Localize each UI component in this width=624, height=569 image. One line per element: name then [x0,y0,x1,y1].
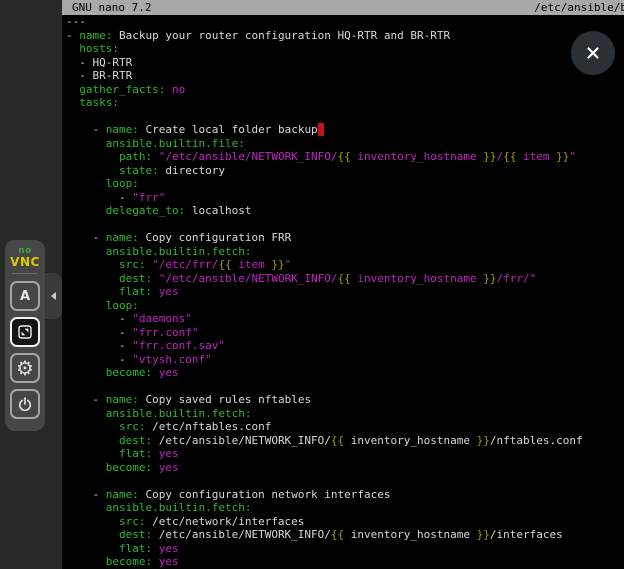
terminal-line: ansible.builtin.fetch: [66,501,624,515]
power-button[interactable] [10,389,40,419]
fullscreen-button[interactable] [10,317,40,347]
terminal-line: - name: Copy configuration network inter… [66,488,624,502]
terminal-line: dest: "/etc/ansible/NETWORK_INFO/{{ inve… [66,272,624,286]
terminal-line: dest: /etc/ansible/NETWORK_INFO/{{ inven… [66,434,624,448]
terminal-line: ansible.builtin.fetch: [66,407,624,421]
terminal-line [66,380,624,394]
fullscreen-icon [17,324,33,340]
power-icon [17,396,33,412]
terminal-line: - BR-RTR [66,69,624,83]
terminal-line: gather_facts: no [66,83,624,97]
terminal-line: - "daemons" [66,312,624,326]
terminal-line: tasks: [66,96,624,110]
nano-app-title: GNU nano 7.2 [72,0,151,15]
terminal-line: - name: Copy saved rules nftables [66,393,624,407]
gear-icon: ⚙ [16,358,34,378]
terminal-line: hosts: [66,42,624,56]
terminal-line: become: yes [66,366,624,380]
desktop-background: GNU nano 7.2 /etc/ansible/b ---- name: B… [0,0,624,569]
terminal-line: dest: /etc/ansible/NETWORK_INFO/{{ inven… [66,528,624,542]
extra-keys-button[interactable]: A [10,281,40,311]
sidebar-divider [12,273,38,274]
control-bar-handle[interactable] [44,273,62,319]
terminal-line: flat: yes [66,542,624,556]
nano-titlebar: GNU nano 7.2 /etc/ansible/b [62,0,624,15]
terminal-line: - "frr.conf" [66,326,624,340]
close-button[interactable] [571,31,615,75]
terminal-line: - HQ-RTR [66,56,624,70]
terminal-line: - name: Copy configuration FRR [66,231,624,245]
terminal-line [66,218,624,232]
terminal-window: GNU nano 7.2 /etc/ansible/b ---- name: B… [62,0,624,569]
terminal-line: src: "/etc/frr/{{ item }}" [66,258,624,272]
terminal-line: - "frr.conf.sav" [66,339,624,353]
terminal-content[interactable]: ---- name: Backup your router configurat… [62,15,624,569]
nano-file-path: /etc/ansible/b [534,0,624,15]
close-icon [584,44,602,62]
terminal-line: - "frr" [66,191,624,205]
terminal-line: delegate_to: localhost [66,204,624,218]
terminal-line: flat: yes [66,285,624,299]
terminal-line: src: /etc/network/interfaces [66,515,624,529]
terminal-line: - name: Create local folder backup [66,123,624,137]
novnc-logo-vnc: VNC [10,256,40,268]
terminal-line: flat: yes [66,447,624,461]
terminal-line: - name: Backup your router configuration… [66,29,624,43]
terminal-line: become: yes [66,461,624,475]
terminal-line: loop: [66,299,624,313]
novnc-control-bar: no VNC A ⚙ [5,240,45,431]
terminal-line: - "vtysh.conf" [66,353,624,367]
novnc-logo: no VNC [10,247,40,268]
settings-button[interactable]: ⚙ [10,353,40,383]
collapse-arrow-icon [51,292,56,300]
terminal-line: become: yes [66,555,624,569]
terminal-line: --- [66,15,624,29]
terminal-line: ansible.builtin.fetch: [66,245,624,259]
terminal-line [66,110,624,124]
terminal-line: loop: [66,177,624,191]
terminal-line: path: "/etc/ansible/NETWORK_INFO/{{ inve… [66,150,624,164]
terminal-line: src: /etc/nftables.conf [66,420,624,434]
terminal-line: state: directory [66,164,624,178]
keyboard-key-icon: A [20,289,30,304]
terminal-line [66,474,624,488]
terminal-line: ansible.builtin.file: [66,137,624,151]
